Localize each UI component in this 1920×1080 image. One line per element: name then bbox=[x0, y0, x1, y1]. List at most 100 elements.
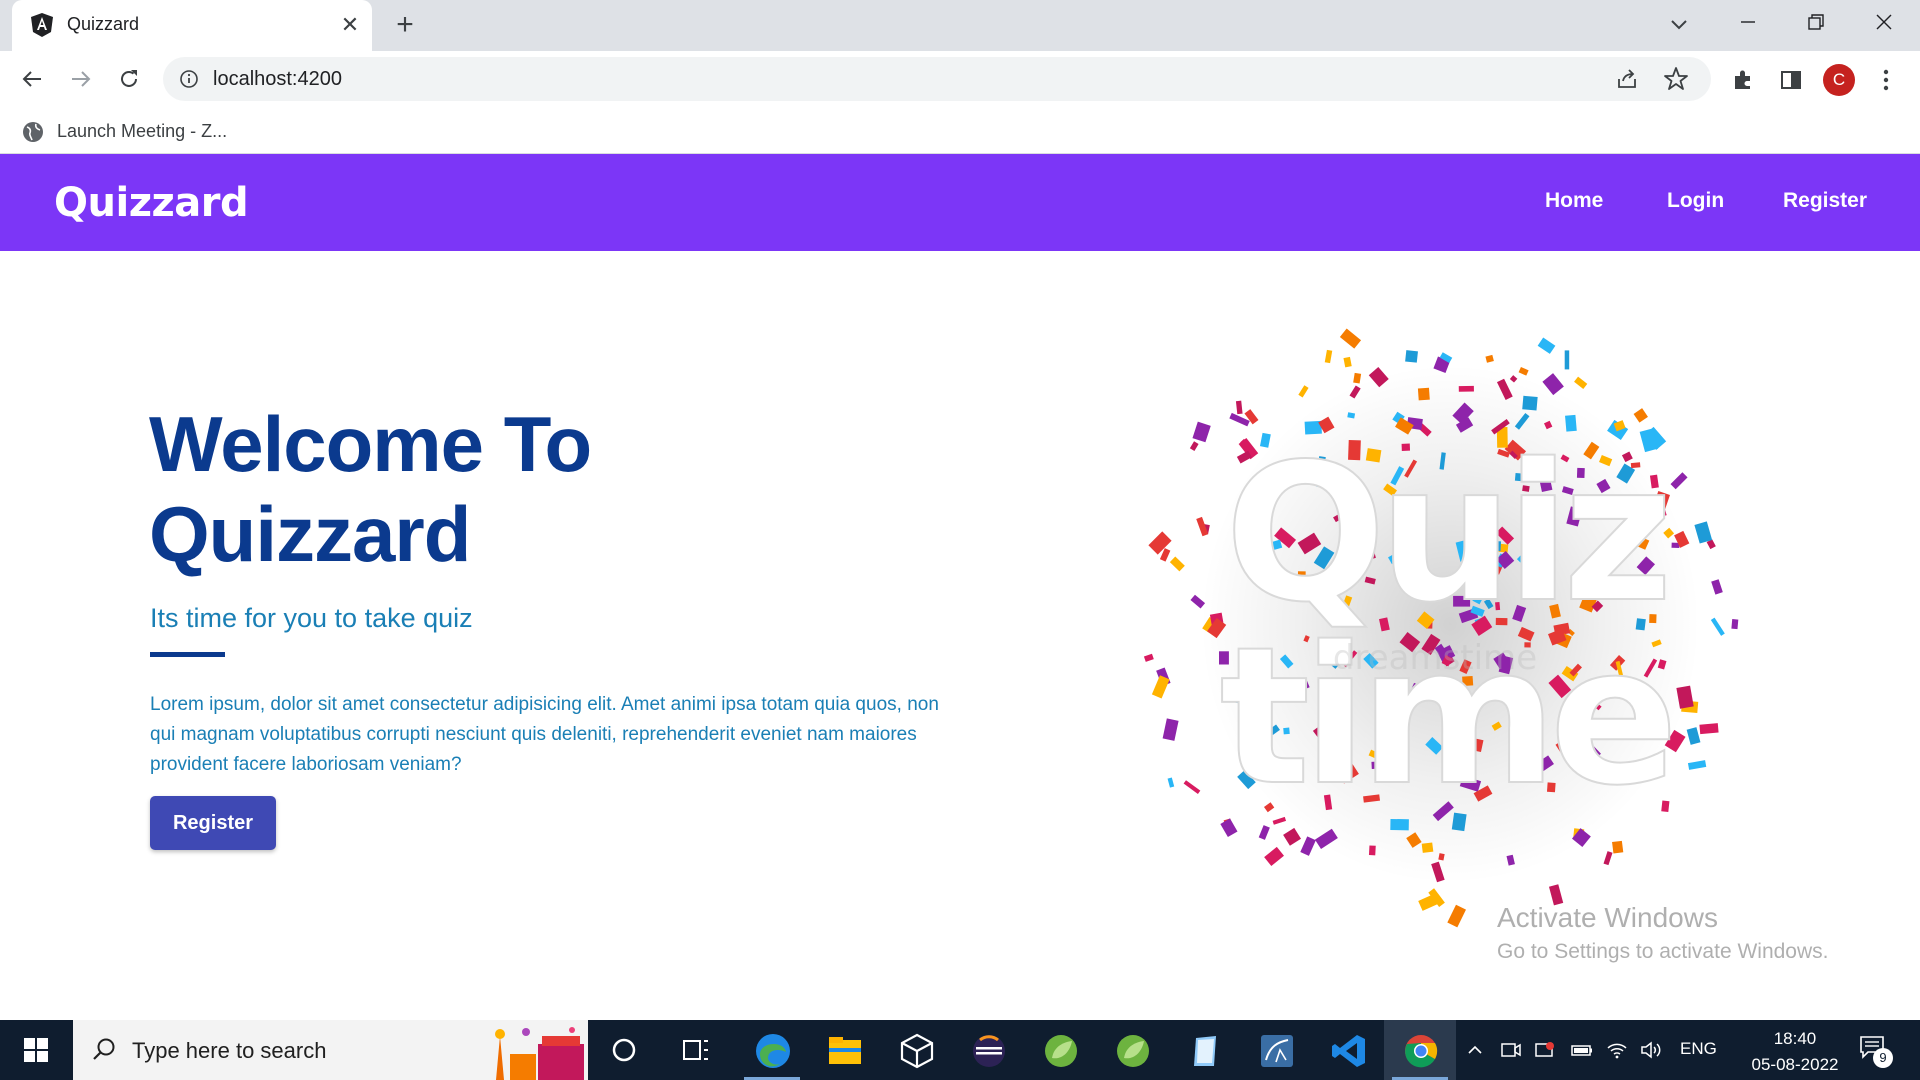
browser-tab-quizzard[interactable]: Quizzard ✕ bbox=[12, 0, 372, 51]
share-icon[interactable] bbox=[1615, 67, 1639, 91]
edge-icon bbox=[756, 1034, 790, 1068]
search-icon bbox=[93, 1038, 115, 1060]
battery-icon[interactable] bbox=[1570, 1040, 1594, 1060]
activate-subtitle: Go to Settings to activate Windows. bbox=[1497, 940, 1829, 963]
taskbar-cortana[interactable] bbox=[588, 1020, 660, 1080]
close-window-button[interactable] bbox=[1852, 0, 1916, 44]
notification-center-button[interactable]: 9 bbox=[1858, 1034, 1894, 1068]
file-explorer-icon bbox=[829, 1037, 861, 1064]
start-button[interactable] bbox=[0, 1020, 72, 1080]
taskbar-edge[interactable] bbox=[736, 1020, 808, 1080]
globe-icon bbox=[23, 122, 43, 142]
confetti-piece bbox=[1687, 760, 1707, 770]
address-bar[interactable]: localhost:4200 bbox=[163, 57, 1711, 101]
taskbar-spring-tool-1[interactable] bbox=[1024, 1020, 1096, 1080]
confetti-piece bbox=[1169, 556, 1185, 572]
tab-title: Quizzard bbox=[67, 14, 140, 34]
forward-button[interactable] bbox=[63, 61, 99, 97]
confetti-piece bbox=[1564, 350, 1570, 370]
restore-button[interactable] bbox=[1784, 0, 1848, 44]
confetti-piece bbox=[1143, 653, 1154, 662]
nav-link-home[interactable]: Home bbox=[1545, 189, 1603, 213]
hero-divider bbox=[150, 652, 225, 657]
confetti-piece bbox=[1731, 619, 1739, 630]
site-navbar: Quizzard Home Login Register bbox=[0, 154, 1920, 251]
new-tab-button[interactable]: + bbox=[389, 9, 421, 41]
spring-tool-icon bbox=[1117, 1035, 1149, 1067]
wifi-icon[interactable] bbox=[1606, 1040, 1628, 1060]
chrome-icon bbox=[1405, 1035, 1438, 1068]
confetti-piece bbox=[1670, 472, 1688, 490]
back-button[interactable] bbox=[14, 61, 50, 97]
hero-title: Welcome To Quizzard bbox=[149, 399, 849, 579]
taskbar-spring-tool-2[interactable] bbox=[1096, 1020, 1168, 1080]
nav-link-login[interactable]: Login bbox=[1667, 189, 1724, 213]
page-viewport: Quizzard Home Login Register Welcome To … bbox=[0, 154, 1920, 1020]
browser-toolbar: localhost:4200 C bbox=[0, 51, 1920, 107]
confetti-piece bbox=[1368, 845, 1376, 856]
confetti-piece bbox=[1603, 851, 1613, 866]
cortana-icon bbox=[612, 1038, 636, 1062]
confetti-piece bbox=[1537, 337, 1556, 354]
taskbar-mysql-workbench[interactable] bbox=[1240, 1020, 1312, 1080]
input-language[interactable]: ENG bbox=[1680, 1039, 1717, 1059]
windows-logo-icon bbox=[24, 1038, 48, 1062]
meet-now-icon[interactable] bbox=[1500, 1040, 1522, 1060]
confetti-piece bbox=[1417, 387, 1430, 401]
confetti-piece bbox=[1189, 441, 1199, 451]
extensions-icon[interactable] bbox=[1731, 68, 1755, 92]
confetti-piece bbox=[1235, 400, 1243, 415]
confetti-piece bbox=[1612, 840, 1624, 854]
bookmark-star-icon[interactable] bbox=[1663, 66, 1689, 92]
confetti-piece bbox=[1300, 836, 1316, 856]
confetti-piece bbox=[1485, 354, 1494, 363]
url-text[interactable]: localhost:4200 bbox=[213, 68, 342, 91]
confetti-piece bbox=[1421, 842, 1434, 853]
confetti-piece bbox=[1167, 777, 1175, 788]
confetti-piece bbox=[1447, 904, 1466, 928]
confetti-piece bbox=[1418, 893, 1440, 911]
confetti-piece bbox=[1633, 408, 1648, 423]
nav-link-register[interactable]: Register bbox=[1783, 189, 1867, 213]
quiz-time-illustration: Quiz time dreamstime bbox=[1143, 328, 1739, 928]
security-icon[interactable] bbox=[1534, 1040, 1556, 1060]
bookmark-label: Launch Meeting - Z... bbox=[57, 121, 228, 141]
taskbar-notepad[interactable] bbox=[1168, 1020, 1240, 1080]
confetti-piece bbox=[1162, 718, 1179, 741]
eclipse-icon bbox=[973, 1035, 1005, 1067]
show-hidden-icons-icon[interactable] bbox=[1465, 1040, 1485, 1060]
close-tab-icon[interactable]: ✕ bbox=[335, 10, 365, 40]
notification-count-badge: 9 bbox=[1873, 1048, 1893, 1068]
taskbar-vscode[interactable] bbox=[1312, 1020, 1384, 1080]
package-icon bbox=[900, 1033, 934, 1069]
confetti-piece bbox=[1192, 421, 1211, 443]
search-highlight-illustration bbox=[476, 1022, 588, 1080]
brand-logo[interactable]: Quizzard bbox=[54, 180, 249, 226]
volume-icon[interactable] bbox=[1640, 1040, 1662, 1060]
search-placeholder: Type here to search bbox=[132, 1038, 327, 1063]
side-panel-icon[interactable] bbox=[1779, 68, 1803, 92]
taskbar-package-app[interactable] bbox=[880, 1020, 952, 1080]
more-menu-icon[interactable] bbox=[1874, 68, 1898, 92]
minimize-button[interactable] bbox=[1716, 0, 1780, 44]
profile-avatar[interactable]: C bbox=[1823, 64, 1855, 96]
register-button[interactable]: Register bbox=[150, 796, 276, 850]
confetti-piece bbox=[1458, 385, 1474, 392]
vscode-icon bbox=[1332, 1035, 1365, 1067]
system-clock[interactable]: 18:40 05-08-2022 bbox=[1750, 1026, 1840, 1078]
site-info-icon[interactable] bbox=[179, 69, 199, 89]
hero-subtitle: Its time for you to take quiz bbox=[150, 603, 473, 633]
reload-button[interactable] bbox=[111, 61, 147, 97]
hero-title-line2: Quizzard bbox=[149, 490, 471, 578]
taskbar-search[interactable]: Type here to search bbox=[73, 1020, 588, 1080]
taskbar-task-view[interactable] bbox=[660, 1020, 732, 1080]
confetti-piece bbox=[1522, 395, 1538, 411]
task-view-icon bbox=[683, 1040, 708, 1060]
taskbar-eclipse[interactable] bbox=[952, 1020, 1024, 1080]
confetti-piece bbox=[1339, 328, 1362, 349]
tab-search-icon[interactable] bbox=[1664, 10, 1694, 40]
taskbar-file-explorer[interactable] bbox=[808, 1020, 880, 1080]
windows-taskbar: Type here to search ENG 18:40 05-08-2022… bbox=[0, 1020, 1920, 1080]
taskbar-chrome[interactable] bbox=[1384, 1020, 1456, 1080]
tab-strip: Quizzard ✕ + bbox=[0, 0, 1920, 51]
